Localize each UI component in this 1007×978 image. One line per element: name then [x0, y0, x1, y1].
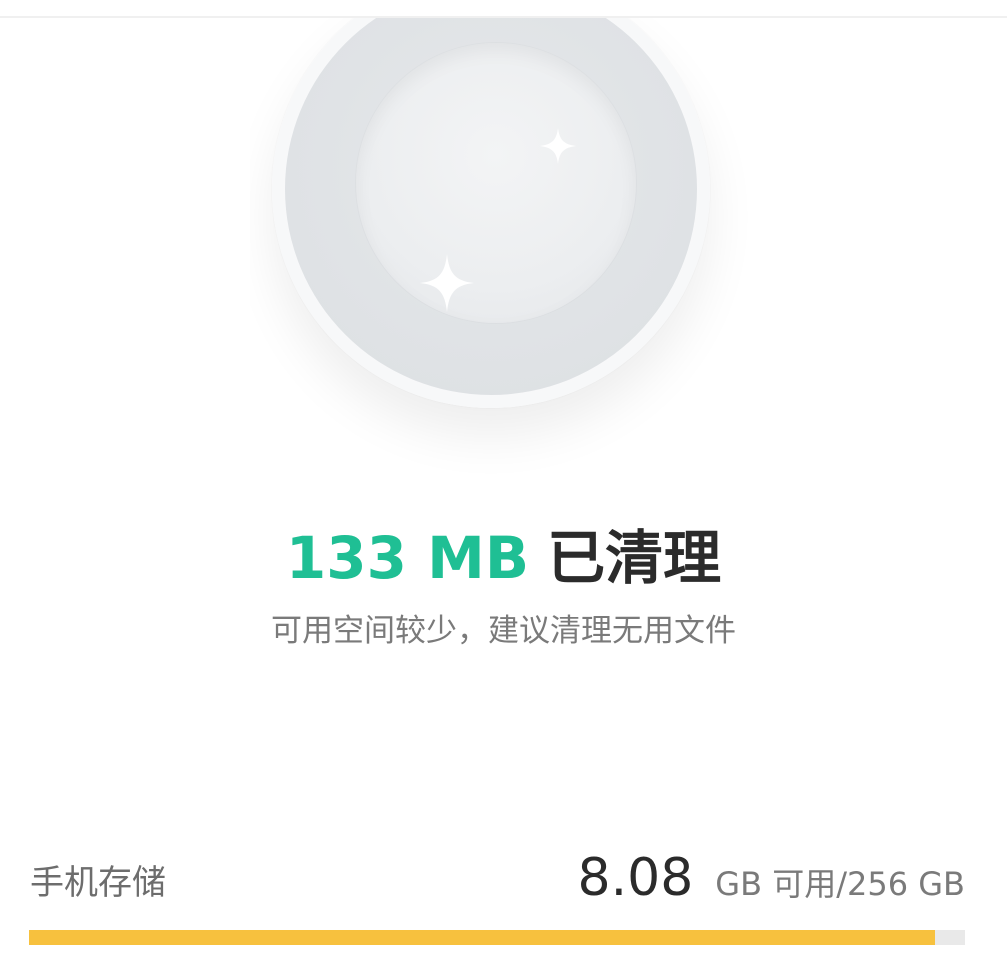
sparkle-icon	[540, 128, 576, 164]
storage-free-value: 8.08	[577, 848, 694, 908]
cleaned-amount: 133 MB	[285, 524, 530, 592]
cleanup-suggestion: 可用空间较少，建议清理无用文件	[271, 613, 736, 649]
storage-usage-bar	[29, 930, 965, 945]
phone-storage-label: 手机存储	[30, 863, 166, 903]
storage-capacity-text: GB 可用/256 GB	[715, 865, 965, 903]
bowl-inner	[356, 43, 636, 323]
sparkle-icon	[420, 254, 474, 312]
empty-bowl-icon	[250, 18, 750, 478]
storage-usage-fill	[29, 930, 936, 945]
cleaned-headline: 133 MB 已清理	[0, 518, 1007, 598]
storage-stats: 8.08 GB 可用/256 GB	[578, 838, 966, 930]
cleaned-status: 已清理	[547, 524, 722, 592]
